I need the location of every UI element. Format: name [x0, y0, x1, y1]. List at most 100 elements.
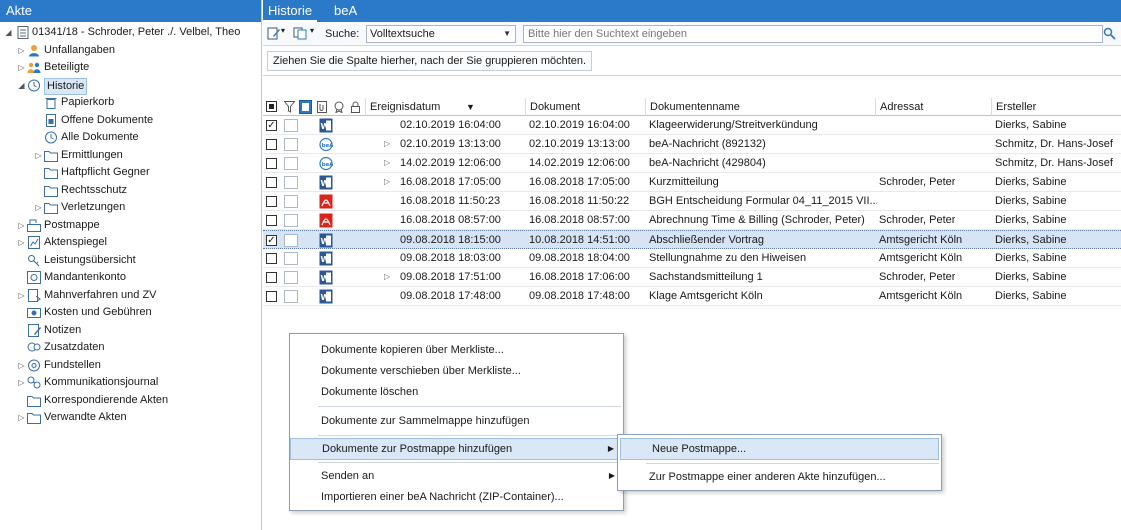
chevron-down-icon[interactable]: ▾: [281, 26, 285, 35]
row-status-box[interactable]: [284, 214, 298, 227]
tree-node-fundstellen[interactable]: ▷ Fundstellen: [0, 357, 261, 375]
seal-icon[interactable]: [333, 101, 345, 113]
tree-node-papierkorb[interactable]: Papierkorb: [0, 94, 261, 112]
table-row[interactable]: ✓ W 02.10.2019 16:04:00 02.10.2019 16:04:00…: [263, 116, 1121, 135]
expand-icon[interactable]: ▷: [17, 357, 26, 375]
tree-node-alle-dokumente[interactable]: Alle Dokumente: [0, 129, 261, 147]
table-row[interactable]: W 09.08.2018 17:48:00 09.08.2018 17:48:00 K…: [263, 287, 1121, 306]
row-status-box[interactable]: [284, 157, 298, 170]
search-mode-select[interactable]: Volltextsuche ▼: [366, 25, 516, 43]
row-status-box[interactable]: [284, 176, 298, 189]
table-row[interactable]: ✓ W 09.08.2018 18:15:00 10.08.2018 14:51:00…: [263, 230, 1121, 249]
tree-node-ermittlungen[interactable]: ▷ Ermittlungen: [0, 147, 261, 165]
row-checkbox[interactable]: [266, 272, 277, 283]
expand-icon[interactable]: ▷: [384, 135, 390, 153]
lock-icon[interactable]: [350, 101, 361, 113]
tab-bea[interactable]: beA: [329, 0, 362, 22]
expand-icon[interactable]: ▷: [384, 173, 390, 191]
tree-node-verwandte-akten[interactable]: ▷ Verwandte Akten: [0, 409, 261, 427]
column-adressat[interactable]: Adressat: [875, 98, 991, 116]
collapse-icon[interactable]: ◢: [4, 24, 13, 42]
column-dokumentenname[interactable]: Dokumentenname: [645, 98, 875, 116]
row-checkbox[interactable]: [266, 291, 277, 302]
tree-node-rechtsschutz[interactable]: Rechtsschutz: [0, 182, 261, 200]
menu-item-add-to-collection[interactable]: Dokumente zur Sammelmappe hinzufügen: [290, 410, 623, 432]
tree-node-korrespondierende-akten[interactable]: Korrespondierende Akten: [0, 392, 261, 410]
row-status-box[interactable]: [284, 234, 298, 247]
expand-icon[interactable]: ▷: [384, 154, 390, 172]
tree-node-case[interactable]: ◢ 01341/18 - Schroder, Peter ./. Velbel,…: [0, 24, 261, 42]
expand-icon[interactable]: ▷: [17, 59, 26, 77]
expand-icon[interactable]: ▷: [17, 409, 26, 427]
row-status-box[interactable]: [284, 290, 298, 303]
tree-node-mandantenkonto[interactable]: Mandantenkonto: [0, 269, 261, 287]
search-icon[interactable]: [1103, 27, 1117, 40]
column-dokument[interactable]: Dokument: [525, 98, 645, 116]
menu-item-send-to[interactable]: Senden an ▶: [290, 465, 623, 487]
table-row[interactable]: W ▷ 09.08.2018 17:51:00 16.08.2018 17:06:00…: [263, 268, 1121, 287]
column-ersteller[interactable]: Ersteller: [991, 98, 1121, 116]
cell-dokumentenname: Klage Amtsgericht Köln: [649, 290, 763, 302]
tree-node-leistungsübersicht[interactable]: Leistungsübersicht: [0, 252, 261, 270]
menu-item-import-bea-zip[interactable]: Importieren einer beA Nachricht (ZIP-Con…: [290, 486, 623, 508]
tree-node-notizen[interactable]: Notizen: [0, 322, 261, 340]
row-checkbox[interactable]: [266, 196, 277, 207]
menu-item-delete-documents[interactable]: Dokumente löschen: [290, 381, 623, 403]
tab-historie[interactable]: Historie: [263, 0, 318, 22]
submenu-item-other-case-postmappe[interactable]: Zur Postmappe einer anderen Akte hinzufü…: [618, 466, 941, 488]
expand-icon[interactable]: ▷: [17, 234, 26, 252]
tree-node-haftpflicht-gegner[interactable]: Haftpflicht Gegner: [0, 164, 261, 182]
row-checkbox[interactable]: [266, 139, 277, 150]
expand-icon[interactable]: ▷: [17, 287, 26, 305]
expand-icon[interactable]: ▷: [17, 374, 26, 392]
row-checkbox[interactable]: ✓: [266, 235, 277, 246]
menu-item-move-via-watchlist[interactable]: Dokumente verschieben über Merkliste...: [290, 360, 623, 382]
expand-icon[interactable]: ▷: [34, 147, 43, 165]
tree-node-unfallangaben[interactable]: ▷ Unfallangaben: [0, 42, 261, 60]
row-status-box[interactable]: [284, 138, 298, 151]
attachment-icon[interactable]: [316, 101, 328, 113]
tree-node-kommunikationsjournal[interactable]: ▷ Kommunikationsjournal: [0, 374, 261, 392]
submenu-item-new-postmappe[interactable]: Neue Postmappe...: [620, 438, 939, 460]
tree-node-aktenspiegel[interactable]: ▷ Aktenspiegel: [0, 234, 261, 252]
group-panel[interactable]: Ziehen Sie die Spalte hierher, nach der …: [263, 46, 1121, 76]
tree-node-mahnverfahren-und-zv[interactable]: ▷ Mahnverfahren und ZV: [0, 287, 261, 305]
expand-icon[interactable]: ▷: [17, 42, 26, 60]
row-status-box[interactable]: [284, 195, 298, 208]
table-row[interactable]: 16.08.2018 11:50:23 16.08.2018 11:50:22 BG…: [263, 192, 1121, 211]
table-row[interactable]: W ▷ 16.08.2018 17:05:00 16.08.2018 17:05:00…: [263, 173, 1121, 192]
copy-documents-icon[interactable]: [293, 27, 307, 40]
edit-document-icon[interactable]: [267, 27, 281, 40]
row-checkbox[interactable]: [266, 253, 277, 264]
column-ereignisdatum[interactable]: Ereignisdatum ▼: [365, 98, 525, 116]
tree-node-postmappe[interactable]: ▷ Postmappe: [0, 217, 261, 235]
row-status-box[interactable]: [284, 119, 298, 132]
row-checkbox[interactable]: [266, 215, 277, 226]
select-all-checkbox[interactable]: [266, 101, 277, 112]
tree-node-historie[interactable]: ◢ Historie: [0, 77, 261, 95]
expand-icon[interactable]: ▷: [384, 268, 390, 286]
row-checkbox[interactable]: [266, 158, 277, 169]
table-row[interactable]: 16.08.2018 08:57:00 16.08.2018 08:57:00 Ab…: [263, 211, 1121, 230]
tree-node-zusatzdaten[interactable]: Zusatzdaten: [0, 339, 261, 357]
table-row[interactable]: W 09.08.2018 18:03:00 09.08.2018 18:04:00 S…: [263, 249, 1121, 268]
chevron-down-icon[interactable]: ▾: [310, 26, 314, 35]
menu-item-copy-via-watchlist[interactable]: Dokumente kopieren über Merkliste...: [290, 339, 623, 361]
document-type-icon[interactable]: [299, 100, 312, 114]
row-checkbox[interactable]: [266, 177, 277, 188]
row-checkbox[interactable]: ✓: [266, 120, 277, 131]
filter-icon[interactable]: [284, 101, 295, 113]
search-input[interactable]: Bitte hier den Suchtext eingeben: [523, 25, 1103, 43]
tree-node-offene-dokumente[interactable]: Offene Dokumente: [0, 112, 261, 130]
table-row[interactable]: beA ▷ 14.02.2019 12:06:00 14.02.2019 12:06:…: [263, 154, 1121, 173]
tree-node-beteiligte[interactable]: ▷ Beteiligte: [0, 59, 261, 77]
menu-item-add-to-postmappe[interactable]: Dokumente zur Postmappe hinzufügen ▶: [290, 438, 623, 460]
tree-node-kosten-und-gebühren[interactable]: Kosten und Gebühren: [0, 304, 261, 322]
expand-icon[interactable]: ▷: [34, 199, 43, 217]
expand-icon[interactable]: ▷: [17, 217, 26, 235]
collapse-icon[interactable]: ◢: [17, 77, 26, 95]
table-row[interactable]: beA ▷ 02.10.2019 13:13:00 02.10.2019 13:13:…: [263, 135, 1121, 154]
row-status-box[interactable]: [284, 252, 298, 265]
tree-node-verletzungen[interactable]: ▷ Verletzungen: [0, 199, 261, 217]
row-status-box[interactable]: [284, 271, 298, 284]
